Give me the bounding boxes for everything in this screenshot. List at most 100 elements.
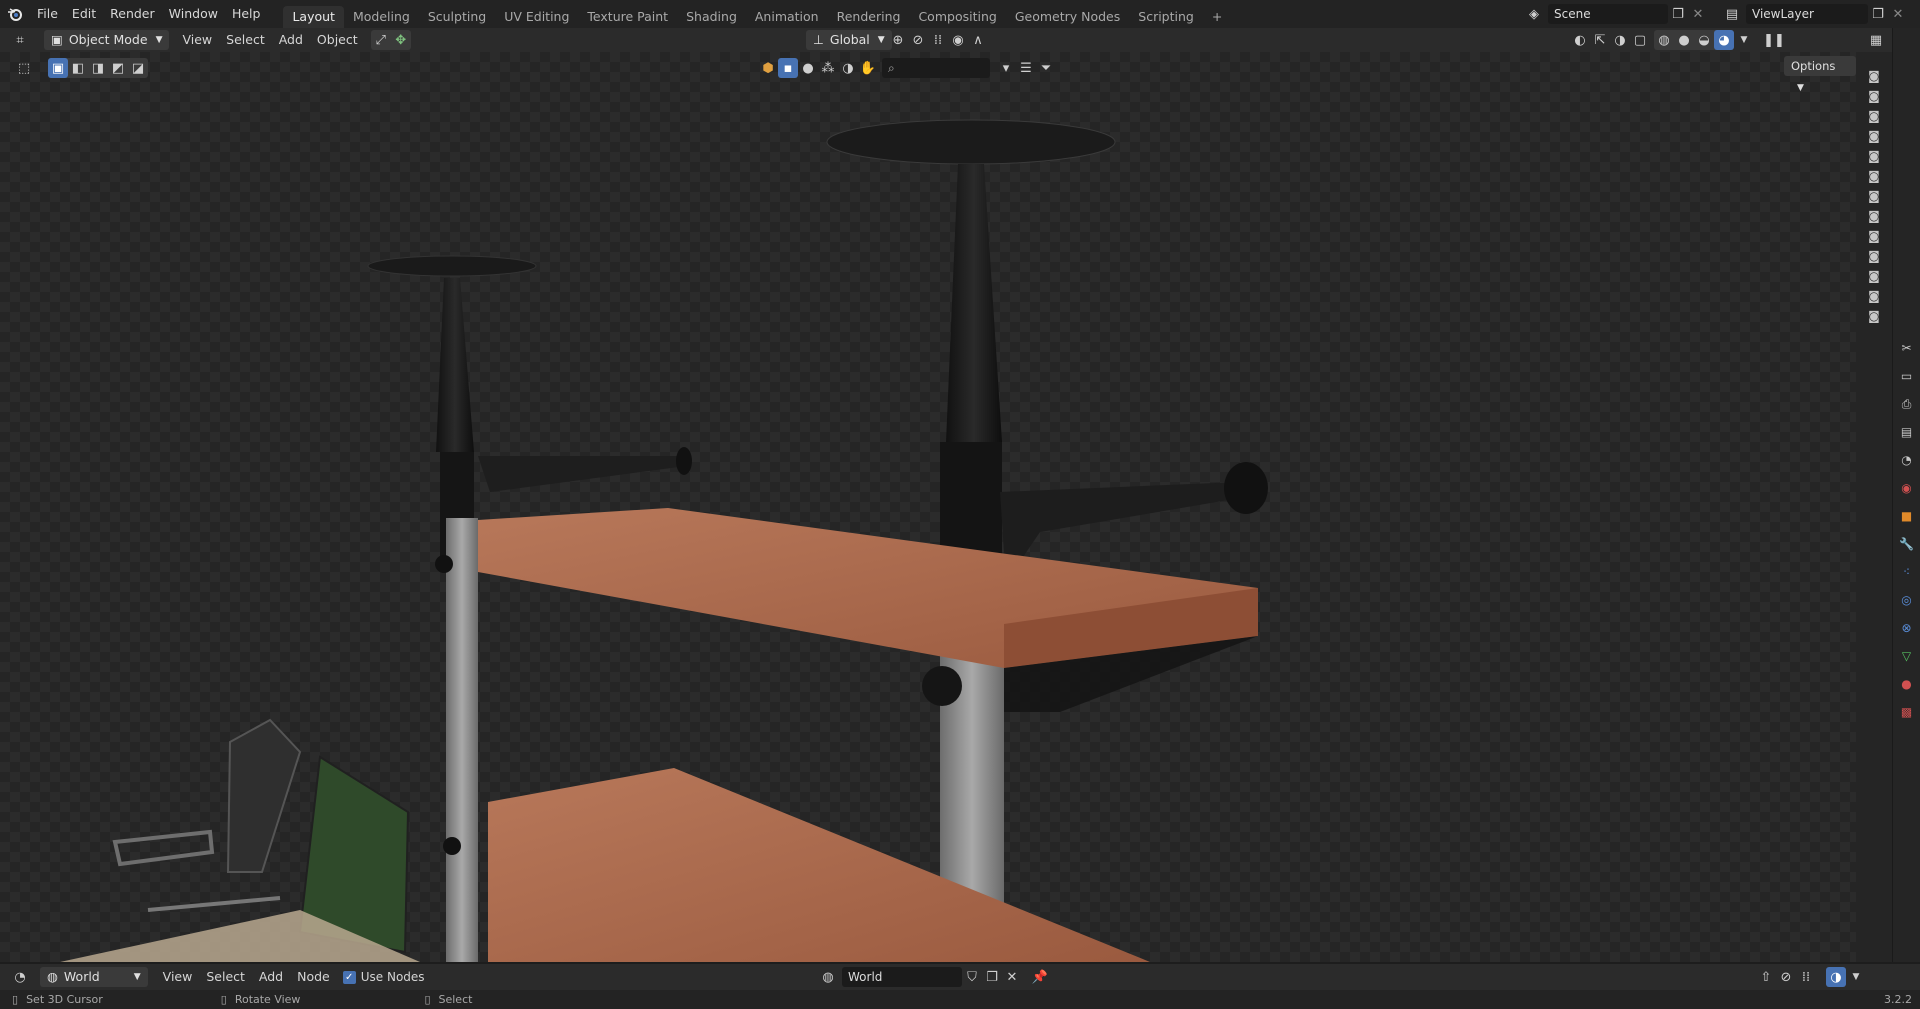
particles-properties-icon[interactable]: ⁖ [1897, 562, 1917, 582]
unlink-world-icon[interactable]: ✕ [1002, 967, 1022, 987]
tab-layout[interactable]: Layout [283, 6, 344, 28]
editor-type-icon[interactable]: ⌗ [10, 30, 30, 50]
modifier-properties-icon[interactable]: 🔧 [1897, 534, 1917, 554]
menu-file[interactable]: File [30, 0, 65, 28]
scene-icon[interactable]: ◈ [1524, 4, 1544, 24]
menu-add[interactable]: Add [272, 30, 310, 50]
snap-element-icon[interactable]: ⁞⁞ [1796, 967, 1816, 987]
blender-logo-icon[interactable] [0, 0, 30, 28]
fake-user-shield-icon[interactable]: ⛉ [962, 967, 982, 987]
pause-render-icon[interactable]: ❚❚ [1763, 30, 1785, 50]
world-properties-icon[interactable]: ◉ [1897, 478, 1917, 498]
tab-uv-editing[interactable]: UV Editing [495, 6, 578, 28]
render-properties-icon[interactable]: ▭ [1897, 366, 1917, 386]
camera-icon[interactable]: ◙ [1864, 226, 1884, 246]
world-name-field[interactable]: World [842, 967, 962, 987]
tab-sculpting[interactable]: Sculpting [419, 6, 495, 28]
visibility-eye-icon[interactable]: ◐ [1570, 30, 1590, 50]
menu-view[interactable]: View [175, 30, 219, 50]
camera-icon[interactable]: ◙ [1864, 206, 1884, 226]
tab-compositing[interactable]: Compositing [909, 6, 1005, 28]
transform-gizmo-icon[interactable]: ⤢ [371, 30, 391, 50]
menu-select[interactable]: Select [219, 30, 272, 50]
scene-name-field[interactable]: Scene [1548, 4, 1668, 24]
tab-geometry-nodes[interactable]: Geometry Nodes [1006, 6, 1129, 28]
tab-texture-paint[interactable]: Texture Paint [578, 6, 677, 28]
view-layer-name-field[interactable]: ViewLayer [1746, 4, 1868, 24]
camera-icon[interactable]: ◙ [1864, 186, 1884, 206]
material-shading-icon[interactable]: ◒ [1694, 30, 1714, 50]
snap-target-icon[interactable]: ⁞⁞ [928, 30, 948, 50]
gizmo-display-icon[interactable]: ⇱ [1590, 30, 1610, 50]
editor-type-icon[interactable]: ◔ [10, 967, 30, 987]
menu-edit[interactable]: Edit [65, 0, 103, 28]
snap-toggle-icon[interactable]: ⊘ [908, 30, 928, 50]
delete-view-layer-icon[interactable]: ✕ [1888, 4, 1908, 24]
node-menu-add[interactable]: Add [252, 967, 290, 987]
pin-icon[interactable]: 📌 [1030, 967, 1050, 987]
rendered-shading-icon[interactable]: ◕ [1714, 30, 1734, 50]
camera-icon[interactable]: ◙ [1864, 126, 1884, 146]
texture-properties-icon[interactable]: ▩ [1897, 702, 1917, 722]
node-menu-view[interactable]: View [156, 967, 200, 987]
snap-icon[interactable]: ⊘ [1776, 967, 1796, 987]
solid-shading-icon[interactable]: ● [1674, 30, 1694, 50]
camera-icon[interactable]: ◙ [1864, 246, 1884, 266]
view-layer-properties-icon[interactable]: ▤ [1897, 422, 1917, 442]
node-menu-select[interactable]: Select [199, 967, 252, 987]
tab-modeling[interactable]: Modeling [344, 6, 419, 28]
camera-icon[interactable]: ◙ [1864, 86, 1884, 106]
outliner-filter-icon[interactable]: ▦ [1866, 30, 1886, 50]
duplicate-world-icon[interactable]: ❐ [982, 967, 1002, 987]
world-browse-icon[interactable]: ◍ [818, 967, 838, 987]
object-properties-icon[interactable]: ■ [1897, 506, 1917, 526]
material-properties-icon[interactable]: ● [1897, 674, 1917, 694]
tab-shading[interactable]: Shading [677, 6, 746, 28]
camera-icon[interactable]: ◙ [1864, 106, 1884, 126]
camera-icon[interactable]: ◙ [1864, 266, 1884, 286]
camera-icon[interactable]: ◙ [1864, 306, 1884, 326]
tool-icon[interactable]: ✂ [1897, 338, 1917, 358]
tab-scripting[interactable]: Scripting [1129, 6, 1203, 28]
upper-shelf-model[interactable] [478, 508, 1258, 712]
delete-scene-icon[interactable]: ✕ [1688, 4, 1708, 24]
overlay-toggle-icon[interactable]: ◑ [1826, 967, 1846, 987]
menu-object[interactable]: Object [310, 30, 365, 50]
proportional-edit-icon[interactable]: ◉ [948, 30, 968, 50]
scene-properties-icon[interactable]: ◔ [1897, 450, 1917, 470]
camera-icon[interactable]: ◙ [1864, 286, 1884, 306]
falloff-icon[interactable]: ∧ [968, 30, 988, 50]
menu-window[interactable]: Window [162, 0, 225, 28]
add-workspace-button[interactable]: + [1203, 6, 1231, 28]
menu-help[interactable]: Help [225, 0, 268, 28]
tab-animation[interactable]: Animation [746, 6, 828, 28]
transform-orientation-dropdown[interactable]: ⊥ Global ▼ [806, 30, 892, 50]
lower-shelf-model[interactable] [488, 768, 1150, 962]
move-gizmo-icon[interactable]: ✥ [391, 30, 411, 50]
wireframe-shading-icon[interactable]: ◍ [1654, 30, 1674, 50]
shader-type-dropdown[interactable]: ◍ World ▼ [40, 967, 148, 987]
chair-model[interactable] [112, 718, 302, 912]
3d-viewport[interactable]: ⬚ ▣ ◧ ◨ ◩ ◪ ⬢ ▪ ● ⁂ ◑ ✋ ⌕ ▾ ☰ ⏷ Options … [0, 52, 1856, 962]
xray-icon[interactable]: ▢ [1630, 30, 1650, 50]
constraints-properties-icon[interactable]: ⊗ [1897, 618, 1917, 638]
camera-icon[interactable]: ◙ [1864, 66, 1884, 86]
output-properties-icon[interactable]: ⎙ [1897, 394, 1917, 414]
physics-properties-icon[interactable]: ◎ [1897, 590, 1917, 610]
mode-dropdown[interactable]: ▣ Object Mode ▼ [44, 30, 170, 50]
parent-node-tree-icon[interactable]: ⇧ [1756, 967, 1776, 987]
duplicate-scene-icon[interactable]: ❐ [1668, 4, 1688, 24]
menu-render[interactable]: Render [103, 0, 162, 28]
overlay-icon[interactable]: ◑ [1610, 30, 1630, 50]
node-menu-node[interactable]: Node [290, 967, 337, 987]
use-nodes-toggle[interactable]: ✓ Use Nodes [342, 970, 425, 984]
pivot-point-icon[interactable]: ⊕ [888, 30, 908, 50]
tab-rendering[interactable]: Rendering [828, 6, 910, 28]
camera-icon[interactable]: ◙ [1864, 146, 1884, 166]
view-layer-icon[interactable]: ▤ [1722, 4, 1742, 24]
overlay-options-icon[interactable]: ▼ [1846, 967, 1866, 987]
camera-icon[interactable]: ◙ [1864, 166, 1884, 186]
shading-options-icon[interactable]: ▼ [1734, 30, 1754, 50]
duplicate-view-layer-icon[interactable]: ❐ [1868, 4, 1888, 24]
data-properties-icon[interactable]: ▽ [1897, 646, 1917, 666]
